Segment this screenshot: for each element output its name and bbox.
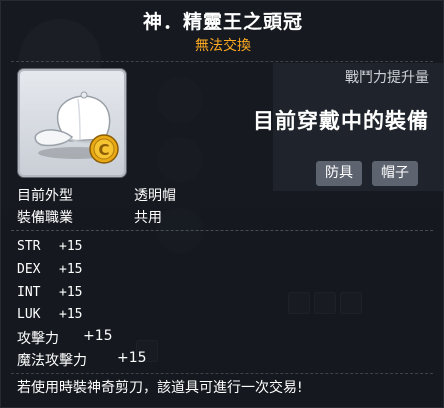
stat-name: LUK [17, 307, 41, 322]
stat-name: DEX [17, 262, 41, 277]
stat-value: +15 [59, 262, 83, 277]
stat-name: STR [17, 239, 41, 254]
divider [11, 373, 433, 374]
svg-text:C: C [98, 141, 109, 159]
stat-name: 攻擊力 [17, 331, 59, 347]
info-key: 目前外型 [17, 188, 73, 204]
stat-str: STR +15 [17, 239, 82, 254]
tag-armor: 防具 [316, 161, 362, 186]
currently-equipped-label: 目前穿戴中的裝備 [253, 109, 429, 133]
stat-magic-attack: 魔法攻擊力 +15 [17, 350, 147, 370]
stat-value: +15 [59, 307, 83, 322]
stat-value: +15 [59, 285, 83, 300]
stat-dex: DEX +15 [17, 262, 82, 277]
combat-power-label: 戰鬥力提升量 [345, 70, 429, 86]
stat-value: +15 [117, 350, 147, 366]
trade-status: 無法交換 [195, 38, 251, 54]
info-key: 裝備職業 [17, 210, 73, 226]
stat-value: +15 [59, 239, 83, 254]
white-cap-with-gold-coin-icon: C [34, 91, 119, 164]
divider [11, 61, 433, 62]
stat-luk: LUK +15 [17, 307, 82, 322]
trade-hint-text: 若使用時裝神奇剪刀，該道具可進行一次交易! [17, 380, 303, 396]
info-value: 透明帽 [134, 188, 176, 204]
item-icon-box: C [18, 69, 126, 177]
item-title: 神．精靈王之頭冠 [142, 11, 303, 33]
item-tooltip: 神．精靈王之頭冠 無法交換 C 戰鬥力提升量 目前穿戴中的裝備 防具 帽子 目前… [0, 0, 444, 408]
info-value: 共用 [134, 210, 162, 226]
stat-name: INT [17, 285, 41, 300]
divider [11, 230, 433, 231]
stat-int: INT +15 [17, 285, 82, 300]
stat-value: +15 [83, 328, 113, 344]
stat-attack: 攻擊力 +15 [17, 328, 113, 348]
tag-hat: 帽子 [372, 161, 418, 186]
stat-name: 魔法攻擊力 [17, 353, 87, 369]
